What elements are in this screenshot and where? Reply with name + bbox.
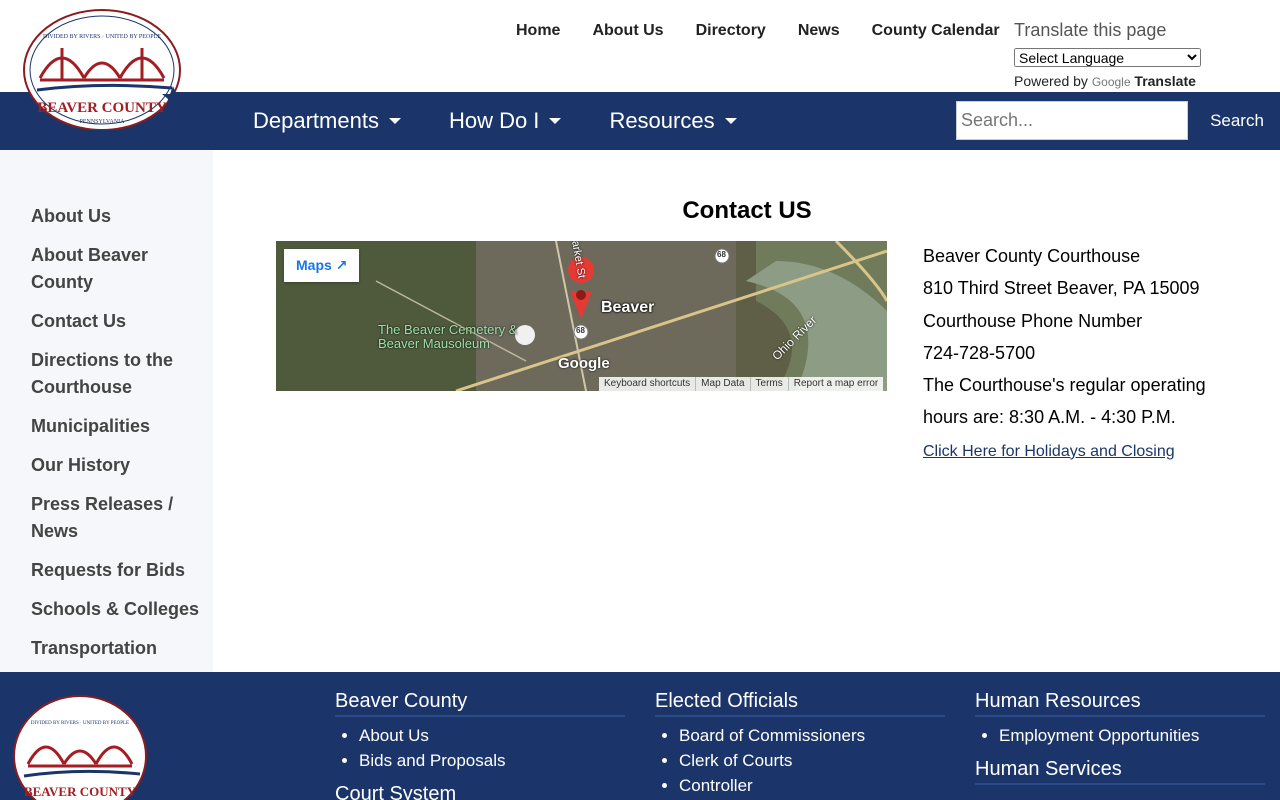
caret-down-icon xyxy=(549,118,562,124)
logo-name-text: BEAVER COUNTY xyxy=(37,100,166,116)
footer-col-title: Beaver County xyxy=(335,690,625,717)
footer-col-subtitle: Court System xyxy=(335,783,625,800)
footer-link-clerk-of-courts[interactable]: Clerk of Courts xyxy=(679,751,792,770)
sidebar-item-about-us[interactable]: About Us xyxy=(0,203,200,230)
google-logo-text: Google xyxy=(1091,75,1131,89)
footer-col-human-resources: Human Resources Employment Opportunities… xyxy=(975,690,1265,791)
maps-button-label: Maps xyxy=(296,257,332,273)
search-button[interactable]: Search xyxy=(1200,101,1274,140)
footer-link-commissioners[interactable]: Board of Commissioners xyxy=(679,726,865,745)
logo-arc-text: DIVIDED BY RIVERS · UNITED BY PEOPLE xyxy=(43,34,161,40)
footer-link-about-us[interactable]: About Us xyxy=(359,726,429,745)
contact-phone-label: Courthouse Phone Number xyxy=(923,310,1143,331)
map-road-shield-1: 68 xyxy=(717,250,726,259)
sidebar-item-about-beaver-county[interactable]: About Beaver County xyxy=(0,242,200,296)
map-road-shield-2: 68 xyxy=(576,326,585,335)
logo-state-text: PENNSYLVANIA xyxy=(79,119,125,125)
menu-how-do-i[interactable]: How Do I xyxy=(448,108,562,134)
menu-departments[interactable]: Departments xyxy=(253,108,401,134)
top-nav-county-calendar[interactable]: County Calendar xyxy=(856,20,1016,42)
holidays-closing-link[interactable]: Click Here for Holidays and Closing xyxy=(923,443,1175,460)
main-nav: Departments How Do I Resources Search xyxy=(0,92,1280,150)
beaver-county-logo[interactable]: BEAVER COUNTY PENNSYLVANIA DIVIDED BY RI… xyxy=(22,8,184,131)
map-footer: Keyboard shortcuts Map Data Terms Report… xyxy=(599,377,884,391)
search-input[interactable] xyxy=(956,101,1188,140)
top-nav-home[interactable]: Home xyxy=(500,20,576,42)
footer-logo-emblem-icon: BEAVER COUNTY DIVIDED BY RIVERS · UNITED… xyxy=(13,695,147,800)
top-nav-about-us[interactable]: About Us xyxy=(576,20,679,42)
sidebar-item-press-releases[interactable]: Press Releases / News xyxy=(0,491,200,545)
map-terms[interactable]: Terms xyxy=(749,377,788,391)
top-nav-news[interactable]: News xyxy=(782,20,856,42)
menu-how-do-i-label: How Do I xyxy=(448,108,540,133)
contact-hours: The Courthouse's regular operating hours… xyxy=(923,375,1206,428)
footer-link-bids-proposals[interactable]: Bids and Proposals xyxy=(359,751,505,770)
map-keyboard-shortcuts[interactable]: Keyboard shortcuts xyxy=(599,377,695,391)
footer-link-controller[interactable]: Controller xyxy=(679,776,753,795)
sidebar-item-contact-us[interactable]: Contact Us xyxy=(0,308,200,335)
footer-col-beaver-county: Beaver County About Us Bids and Proposal… xyxy=(335,690,625,800)
contact-phone-number: 724-728-5700 xyxy=(923,342,1036,363)
language-select[interactable]: Select Language xyxy=(1014,48,1201,67)
map-data[interactable]: Map Data xyxy=(695,377,749,391)
map-google-logo: Google xyxy=(558,355,610,372)
contact-address: 810 Third Street Beaver, PA 15009 xyxy=(923,278,1200,299)
caret-down-icon xyxy=(388,118,401,124)
footer-col-subtitle: Human Services xyxy=(975,758,1265,785)
map-place-label: Beaver xyxy=(601,299,655,316)
sidebar-item-schools-colleges[interactable]: Schools & Colleges xyxy=(0,596,200,623)
footer-col-elected-officials: Elected Officials Board of Commissioners… xyxy=(655,690,945,798)
translate-link[interactable]: Translate xyxy=(1134,73,1195,89)
top-bar: Home About Us Directory News County Cale… xyxy=(0,0,1280,92)
sidebar-item-directions[interactable]: Directions to the Courthouse xyxy=(0,347,200,401)
open-in-maps-button[interactable]: Maps ↗ xyxy=(284,249,360,282)
footer-logo[interactable]: BEAVER COUNTY DIVIDED BY RIVERS · UNITED… xyxy=(12,694,149,800)
translate-label: Translate this page xyxy=(1014,20,1167,40)
footer-logo-arc-text: DIVIDED BY RIVERS · UNITED BY PEOPLE xyxy=(31,721,129,726)
powered-by-google: Powered by Google Translate xyxy=(1014,72,1214,91)
map-cemetery-label: The Beaver Cemetery & Beaver Mausoleum xyxy=(378,322,518,351)
sidebar-item-our-history[interactable]: Our History xyxy=(0,452,200,479)
menu-resources[interactable]: Resources xyxy=(609,108,737,134)
footer: BEAVER COUNTY DIVIDED BY RIVERS · UNITED… xyxy=(0,672,1280,800)
sidebar-item-municipalities[interactable]: Municipalities xyxy=(0,413,200,440)
sidebar-item-transportation[interactable]: Transportation xyxy=(0,635,200,662)
main-menu: Departments How Do I Resources xyxy=(253,92,785,150)
powered-by-text: Powered by xyxy=(1014,73,1088,89)
page-title: Contact US xyxy=(682,197,812,224)
footer-link-employment[interactable]: Employment Opportunities xyxy=(999,726,1199,745)
contact-info: Beaver County Courthouse 810 Third Stree… xyxy=(923,240,1253,466)
embedded-map[interactable]: Maps ↗ Beaver The Beaver Cemetery & Beav… xyxy=(276,241,887,391)
footer-col-title: Elected Officials xyxy=(655,690,945,717)
sidebar: About Us About Beaver County Contact Us … xyxy=(0,150,213,672)
footer-logo-name-text: BEAVER COUNTY xyxy=(24,784,137,799)
menu-departments-label: Departments xyxy=(253,108,379,133)
map-report-error[interactable]: Report a map error xyxy=(787,377,883,391)
top-nav-directory[interactable]: Directory xyxy=(680,20,782,42)
external-link-icon: ↗ xyxy=(335,257,348,273)
footer-col-title: Human Resources xyxy=(975,690,1265,717)
top-nav: Home About Us Directory News County Cale… xyxy=(500,20,1016,42)
contact-building: Beaver County Courthouse xyxy=(923,246,1141,266)
translate-widget: Translate this page Select Language Powe… xyxy=(1014,18,1214,91)
caret-down-icon xyxy=(724,118,737,124)
sidebar-item-requests-for-bids[interactable]: Requests for Bids xyxy=(0,557,200,584)
logo-emblem-icon: BEAVER COUNTY PENNSYLVANIA DIVIDED BY RI… xyxy=(23,9,184,131)
menu-resources-label: Resources xyxy=(609,108,715,133)
